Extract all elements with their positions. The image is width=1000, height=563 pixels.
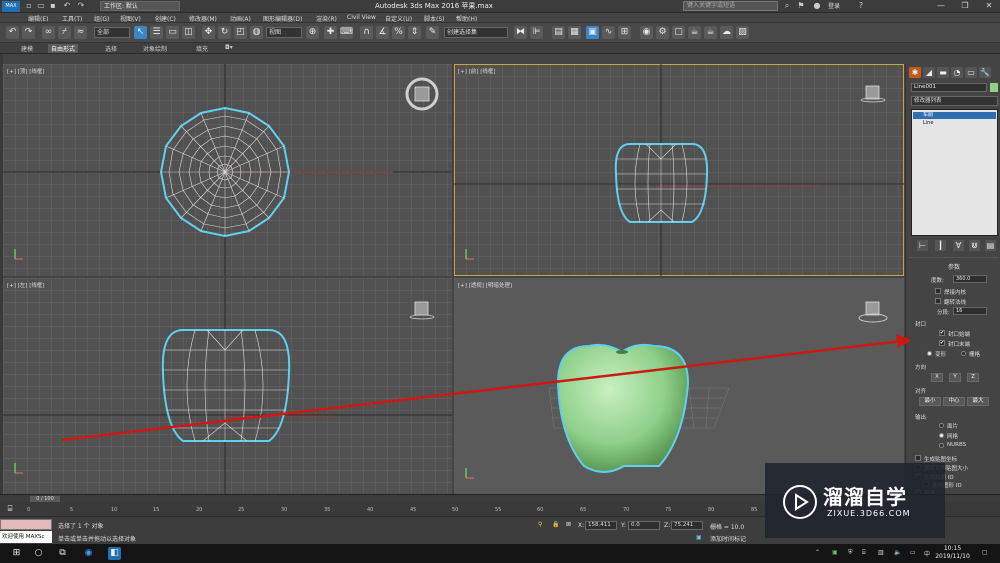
tick-label: 15	[153, 507, 160, 513]
input-language[interactable]: 中	[924, 549, 930, 558]
tick-label: 30	[281, 507, 288, 513]
tick-label: 65	[580, 507, 587, 513]
maxscript-listener-input[interactable]	[0, 519, 52, 530]
watermark-url: ZIXUE.3D66.COM	[827, 509, 911, 518]
isolate-icon[interactable]: ⚲	[538, 521, 542, 528]
y-label: Y:	[621, 522, 626, 529]
tray-network-icon[interactable]: ⌸	[862, 549, 866, 557]
tick-label: 85	[751, 507, 758, 513]
tray-volume-icon[interactable]: 🔈	[894, 549, 901, 556]
tick-label: 40	[367, 507, 374, 513]
mini-curve-editor-icon[interactable]: ⌸	[4, 503, 16, 514]
browser-app-icon[interactable]: ◉	[82, 547, 95, 560]
windows-taskbar: ⊞ ○ ⧉ ◉ ◧ ⌃ ▣ ⛨ ⌸ ▥ 🔈 ▭ 中 10:15 2019/11/…	[0, 544, 1000, 563]
system-clock[interactable]: 10:15 2019/11/10	[935, 545, 970, 561]
lock-selection-icon[interactable]: 🔒	[552, 521, 559, 528]
red-arrow-line	[61, 339, 903, 442]
tick-label: 20	[196, 507, 203, 513]
tick-label: 75	[665, 507, 672, 513]
tick-label: 55	[495, 507, 502, 513]
tray-security-icon[interactable]: ▣	[832, 549, 838, 556]
3dsmax-app-icon[interactable]: ◧	[108, 547, 121, 560]
tick-label: 45	[410, 507, 417, 513]
grid-size: 栅格 = 10.0	[710, 524, 745, 531]
tick-label: 0	[27, 507, 31, 513]
tick-label: 70	[623, 507, 630, 513]
tick-label: 35	[324, 507, 331, 513]
tick-label: 50	[452, 507, 459, 513]
watermark-title: 溜溜自学	[823, 485, 907, 509]
x-label: X:	[578, 522, 585, 529]
watermark-overlay: 溜溜自学 ZIXUE.3D66.COM	[765, 463, 945, 538]
x-coordinate-field[interactable]: 158.411	[585, 521, 617, 530]
windows-start-icon[interactable]: ⊞	[10, 547, 23, 560]
tick-label: 5	[70, 507, 74, 513]
absolute-mode-icon[interactable]: ⊠	[566, 521, 571, 528]
tray-chevron-icon[interactable]: ⌃	[815, 549, 820, 556]
time-tag-icon[interactable]: ▣	[696, 534, 702, 541]
selection-status: 选择了 1 个 对象	[58, 523, 104, 530]
play-logo-icon	[783, 485, 817, 519]
search-icon[interactable]: ○	[32, 547, 45, 560]
tick-label: 10	[111, 507, 118, 513]
notification-icon[interactable]: ▢	[982, 549, 988, 556]
maxscript-welcome[interactable]: 欢迎使用 MAXSc	[0, 531, 52, 543]
z-label: Z:	[664, 522, 671, 529]
prompt-hint: 单击或单击并拖动以选择对象	[58, 536, 137, 543]
tray-shield-icon[interactable]: ⛨	[848, 549, 853, 557]
clock-date: 2019/11/10	[935, 553, 970, 560]
task-view-icon[interactable]: ⧉	[56, 547, 69, 560]
tick-label: 80	[708, 507, 715, 513]
red-arrowhead	[896, 334, 912, 348]
tick-label: 25	[238, 507, 245, 513]
tray-battery-icon[interactable]: ▭	[910, 549, 916, 556]
z-coordinate-field[interactable]: 75.241	[671, 521, 703, 530]
clock-time: 10:15	[943, 545, 962, 552]
y-coordinate-field[interactable]: 0.0	[628, 521, 660, 530]
add-time-tag[interactable]: 添加时间标记	[710, 534, 746, 543]
tick-label: 60	[537, 507, 544, 513]
tray-app-icon[interactable]: ▥	[878, 549, 884, 556]
